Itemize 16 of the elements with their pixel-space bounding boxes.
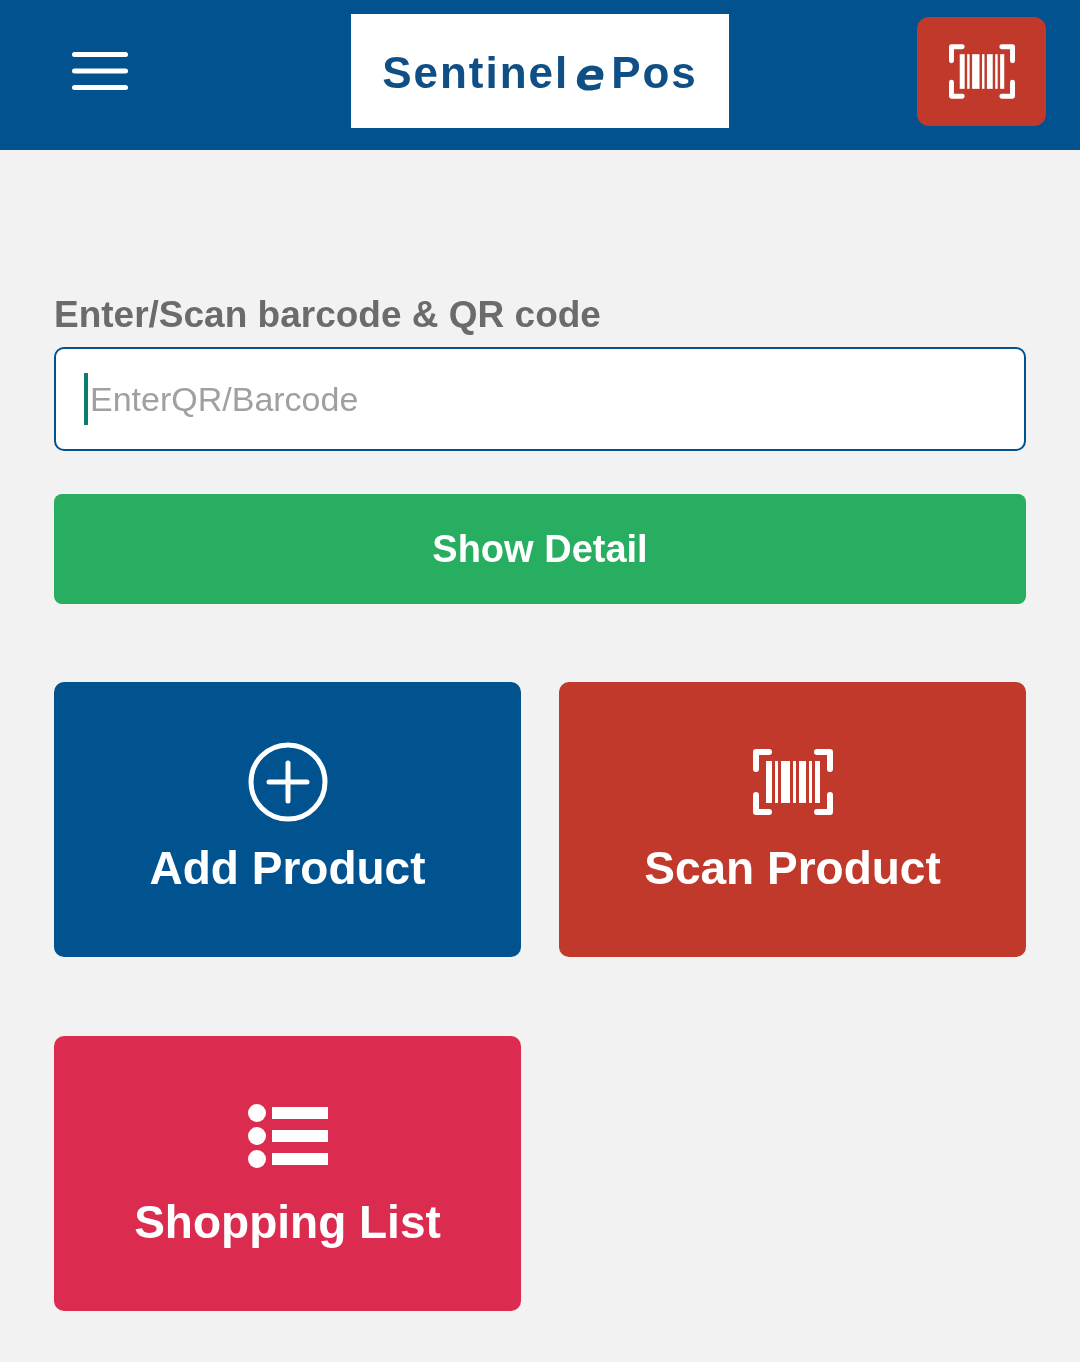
barcode-input-field[interactable]: EnterQR/Barcode (54, 347, 1026, 451)
menu-tile[interactable]: Scan Product (559, 682, 1026, 957)
barcode-scan-icon (752, 749, 833, 815)
barcode-scan-icon (948, 43, 1015, 99)
menu-tile[interactable]: Add Product (54, 682, 521, 957)
scan-button[interactable] (917, 16, 1046, 126)
list-icon (247, 1104, 328, 1168)
plus-circle-icon (247, 742, 328, 822)
menu-tile[interactable]: Shopping List (54, 1036, 521, 1311)
logo-wordmark: Sentinel (382, 51, 570, 95)
show-detail-button[interactable]: Show Detail (54, 494, 1026, 604)
menu-icon (72, 52, 128, 90)
logo-suffix: Pos (611, 51, 698, 95)
logo-emblem-letter: e (575, 53, 606, 97)
text-cursor-icon (84, 373, 88, 425)
field-label: Enter/Scan barcode & QR code (54, 293, 601, 337)
